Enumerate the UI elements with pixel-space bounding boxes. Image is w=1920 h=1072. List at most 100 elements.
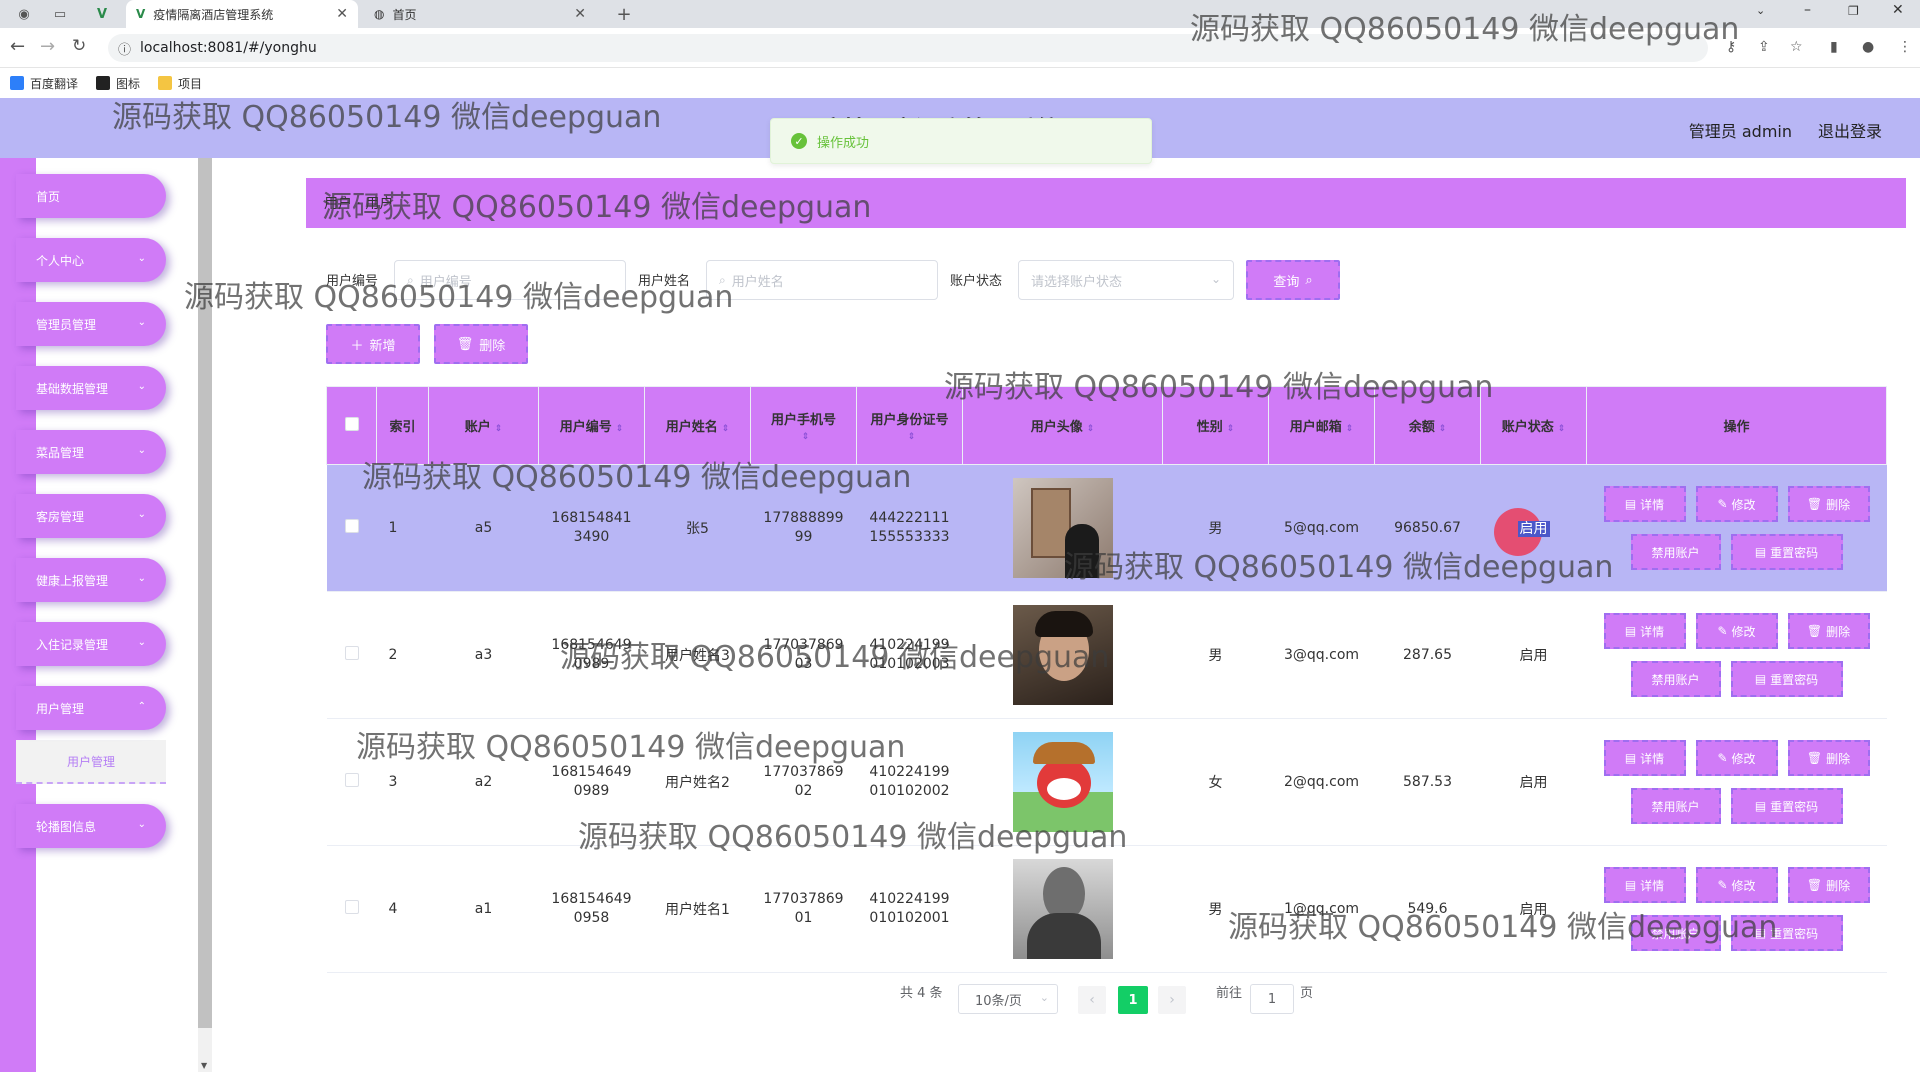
row-checkbox[interactable] — [344, 519, 359, 533]
sort-icon[interactable]: ⇕ — [802, 432, 810, 442]
user-name-input[interactable]: ⌕ 用户姓名 — [706, 260, 938, 300]
avatar-photo-1[interactable] — [1012, 478, 1113, 578]
new-tab-icon[interactable]: + — [614, 4, 634, 25]
scroll-down-icon[interactable]: ▼ — [201, 1061, 207, 1070]
sort-icon[interactable]: ⇕ — [908, 432, 916, 442]
delete-button[interactable]: 🗑 删除 — [1787, 867, 1870, 903]
detail-button[interactable]: ▤ 详情 — [1603, 486, 1686, 522]
header-gender[interactable]: 性别 ⇕ — [1162, 386, 1269, 465]
header-account[interactable]: 账户 ⇕ — [428, 386, 539, 465]
sort-icon[interactable]: ⇕ — [1346, 424, 1354, 434]
disable-account-button[interactable]: 禁用账户 — [1630, 915, 1721, 951]
sort-icon[interactable]: ⇕ — [1087, 424, 1095, 434]
row-select-cell[interactable] — [326, 718, 377, 846]
sidebar-item-carousel[interactable]: 轮播图信息 ⌄ — [16, 804, 166, 848]
sidebar-item-base-data[interactable]: 基础数据管理 ⌄ — [16, 366, 166, 410]
prev-page-icon[interactable]: ‹ — [1078, 986, 1106, 1014]
sort-icon[interactable]: ⇕ — [495, 424, 503, 434]
reset-password-button[interactable]: ▤ 重置密码 — [1730, 534, 1843, 570]
table-row[interactable]: 2 a3 1681546490989 用户姓名3 17703786903 41022419… — [326, 591, 1887, 719]
url-field[interactable]: ⓘ localhost:8081/#/yonghu — [108, 34, 1708, 62]
star-icon[interactable]: ☆ — [1790, 39, 1803, 55]
row-select-cell[interactable] — [326, 464, 377, 592]
avatar-photo-3[interactable] — [1012, 732, 1113, 832]
select-all-checkbox[interactable] — [344, 416, 359, 431]
sidebar-item-admin-management[interactable]: 管理员管理 ⌄ — [16, 302, 166, 346]
row-checkbox[interactable] — [344, 646, 359, 660]
delete-button[interactable]: 🗑 删除 — [1787, 486, 1870, 522]
close-tab-icon[interactable]: ✕ — [336, 6, 348, 22]
reset-password-button[interactable]: ▤ 重置密码 — [1730, 661, 1843, 697]
vue-icon[interactable]: V — [92, 4, 112, 24]
disable-account-button[interactable]: 禁用账户 — [1630, 788, 1721, 824]
forward-icon[interactable]: → — [40, 36, 55, 57]
bookmark-baidu-translate[interactable]: 百度翻译 — [10, 75, 78, 92]
edit-button[interactable]: ✎ 修改 — [1695, 867, 1778, 903]
edit-button[interactable]: ✎ 修改 — [1695, 740, 1778, 776]
share-icon[interactable]: ⇪ — [1758, 39, 1770, 55]
sort-icon[interactable]: ⇕ — [1227, 424, 1235, 434]
query-button[interactable]: 查询 ⌕ — [1246, 260, 1340, 300]
sort-icon[interactable]: ⇕ — [1439, 424, 1447, 434]
key-icon[interactable]: ⚷ — [1726, 39, 1736, 55]
page-size-select[interactable]: 10条/页 ⌄ — [958, 984, 1058, 1014]
row-checkbox[interactable] — [344, 773, 359, 787]
sidebar-item-room-management[interactable]: 客房管理 ⌄ — [16, 494, 166, 538]
current-page[interactable]: 1 — [1118, 986, 1148, 1014]
back-icon[interactable]: ← — [10, 36, 25, 57]
sidepanel-icon[interactable]: ▮ — [1830, 39, 1838, 55]
table-row[interactable]: 1 a5 1681548413490 张5 17788889999 44422211115… — [326, 464, 1887, 592]
sort-icon[interactable]: ⇕ — [722, 424, 730, 434]
header-idcard[interactable]: 用户身份证号 ⇕ — [856, 386, 963, 465]
sort-icon[interactable]: ⇕ — [1558, 424, 1566, 434]
profile-icon[interactable]: ● — [1862, 39, 1874, 55]
close-tab-icon[interactable]: ✕ — [574, 6, 586, 22]
sidebar-scrollbar[interactable]: ▼ — [198, 158, 212, 1072]
bookmark-icons[interactable]: 图标 — [96, 75, 140, 92]
sidebar-item-health-report[interactable]: 健康上报管理 ⌄ — [16, 558, 166, 602]
header-email[interactable]: 用户邮箱 ⇕ — [1268, 386, 1375, 465]
table-row[interactable]: 3 a2 1681546490989 用户姓名2 17703786902 41022419… — [326, 718, 1887, 846]
tab-home[interactable]: ◍ 首页 ✕ — [364, 0, 596, 28]
disable-account-button[interactable]: 禁用账户 — [1630, 661, 1721, 697]
status-text[interactable]: 启用 — [1520, 902, 1548, 918]
tab-hotel-system[interactable]: V 疫情隔离酒店管理系统 ✕ — [126, 0, 358, 28]
header-status[interactable]: 账户状态 ⇕ — [1480, 386, 1587, 465]
status-text[interactable]: 启用 — [1520, 648, 1548, 664]
edit-button[interactable]: ✎ 修改 — [1695, 486, 1778, 522]
table-row[interactable]: 4 a1 1681546490958 用户姓名1 17703786901 41022419… — [326, 845, 1887, 973]
status-text[interactable]: 启用 — [1520, 775, 1548, 791]
close-window-icon[interactable]: ✕ — [1892, 2, 1904, 18]
row-select-cell[interactable] — [326, 591, 377, 719]
sidebar-item-user-management[interactable]: 用户管理 ⌃ — [16, 686, 166, 730]
reload-icon[interactable]: ↻ — [72, 36, 86, 56]
sidebar-subitem-user-management[interactable]: 用户管理 — [16, 740, 166, 784]
logout-link[interactable]: 退出登录 — [1818, 118, 1882, 142]
avatar-photo-2[interactable] — [1012, 605, 1113, 705]
delete-button[interactable]: 🗑 删除 — [1787, 613, 1870, 649]
header-phone[interactable]: 用户手机号 ⇕ — [750, 386, 857, 465]
select-all-cell[interactable] — [326, 386, 377, 465]
restore-icon[interactable]: ❐ — [1848, 4, 1859, 18]
batch-delete-button[interactable]: 🗑 删除 — [434, 324, 528, 364]
sidebar-item-dish-management[interactable]: 菜品管理 ⌄ — [16, 430, 166, 474]
row-checkbox[interactable] — [344, 900, 359, 914]
status-select[interactable]: 请选择账户状态 ⌄ — [1018, 260, 1234, 300]
detail-button[interactable]: ▤ 详情 — [1603, 867, 1686, 903]
delete-button[interactable]: 🗑 删除 — [1787, 740, 1870, 776]
next-page-icon[interactable]: › — [1158, 986, 1186, 1014]
reset-password-button[interactable]: ▤ 重置密码 — [1730, 915, 1843, 951]
add-button[interactable]: ＋ 新增 — [326, 324, 420, 364]
status-text[interactable]: 启用 — [1517, 521, 1550, 537]
sort-icon[interactable]: ⇕ — [616, 424, 624, 434]
header-user-name[interactable]: 用户姓名 ⇕ — [644, 386, 751, 465]
minimize-icon[interactable]: – — [1804, 2, 1811, 18]
sidebar-item-personal-center[interactable]: 个人中心 ⌄ — [16, 238, 166, 282]
reset-password-button[interactable]: ▤ 重置密码 — [1730, 788, 1843, 824]
detail-button[interactable]: ▤ 详情 — [1603, 613, 1686, 649]
header-user-no[interactable]: 用户编号 ⇕ — [538, 386, 645, 465]
sidebar-item-checkin-records[interactable]: 入住记录管理 ⌄ — [16, 622, 166, 666]
user-no-input[interactable]: ⌕ 用户编号 — [394, 260, 626, 300]
disable-account-button[interactable]: 禁用账户 — [1630, 534, 1721, 570]
blank-tab-icon[interactable]: ▭ — [50, 4, 70, 24]
